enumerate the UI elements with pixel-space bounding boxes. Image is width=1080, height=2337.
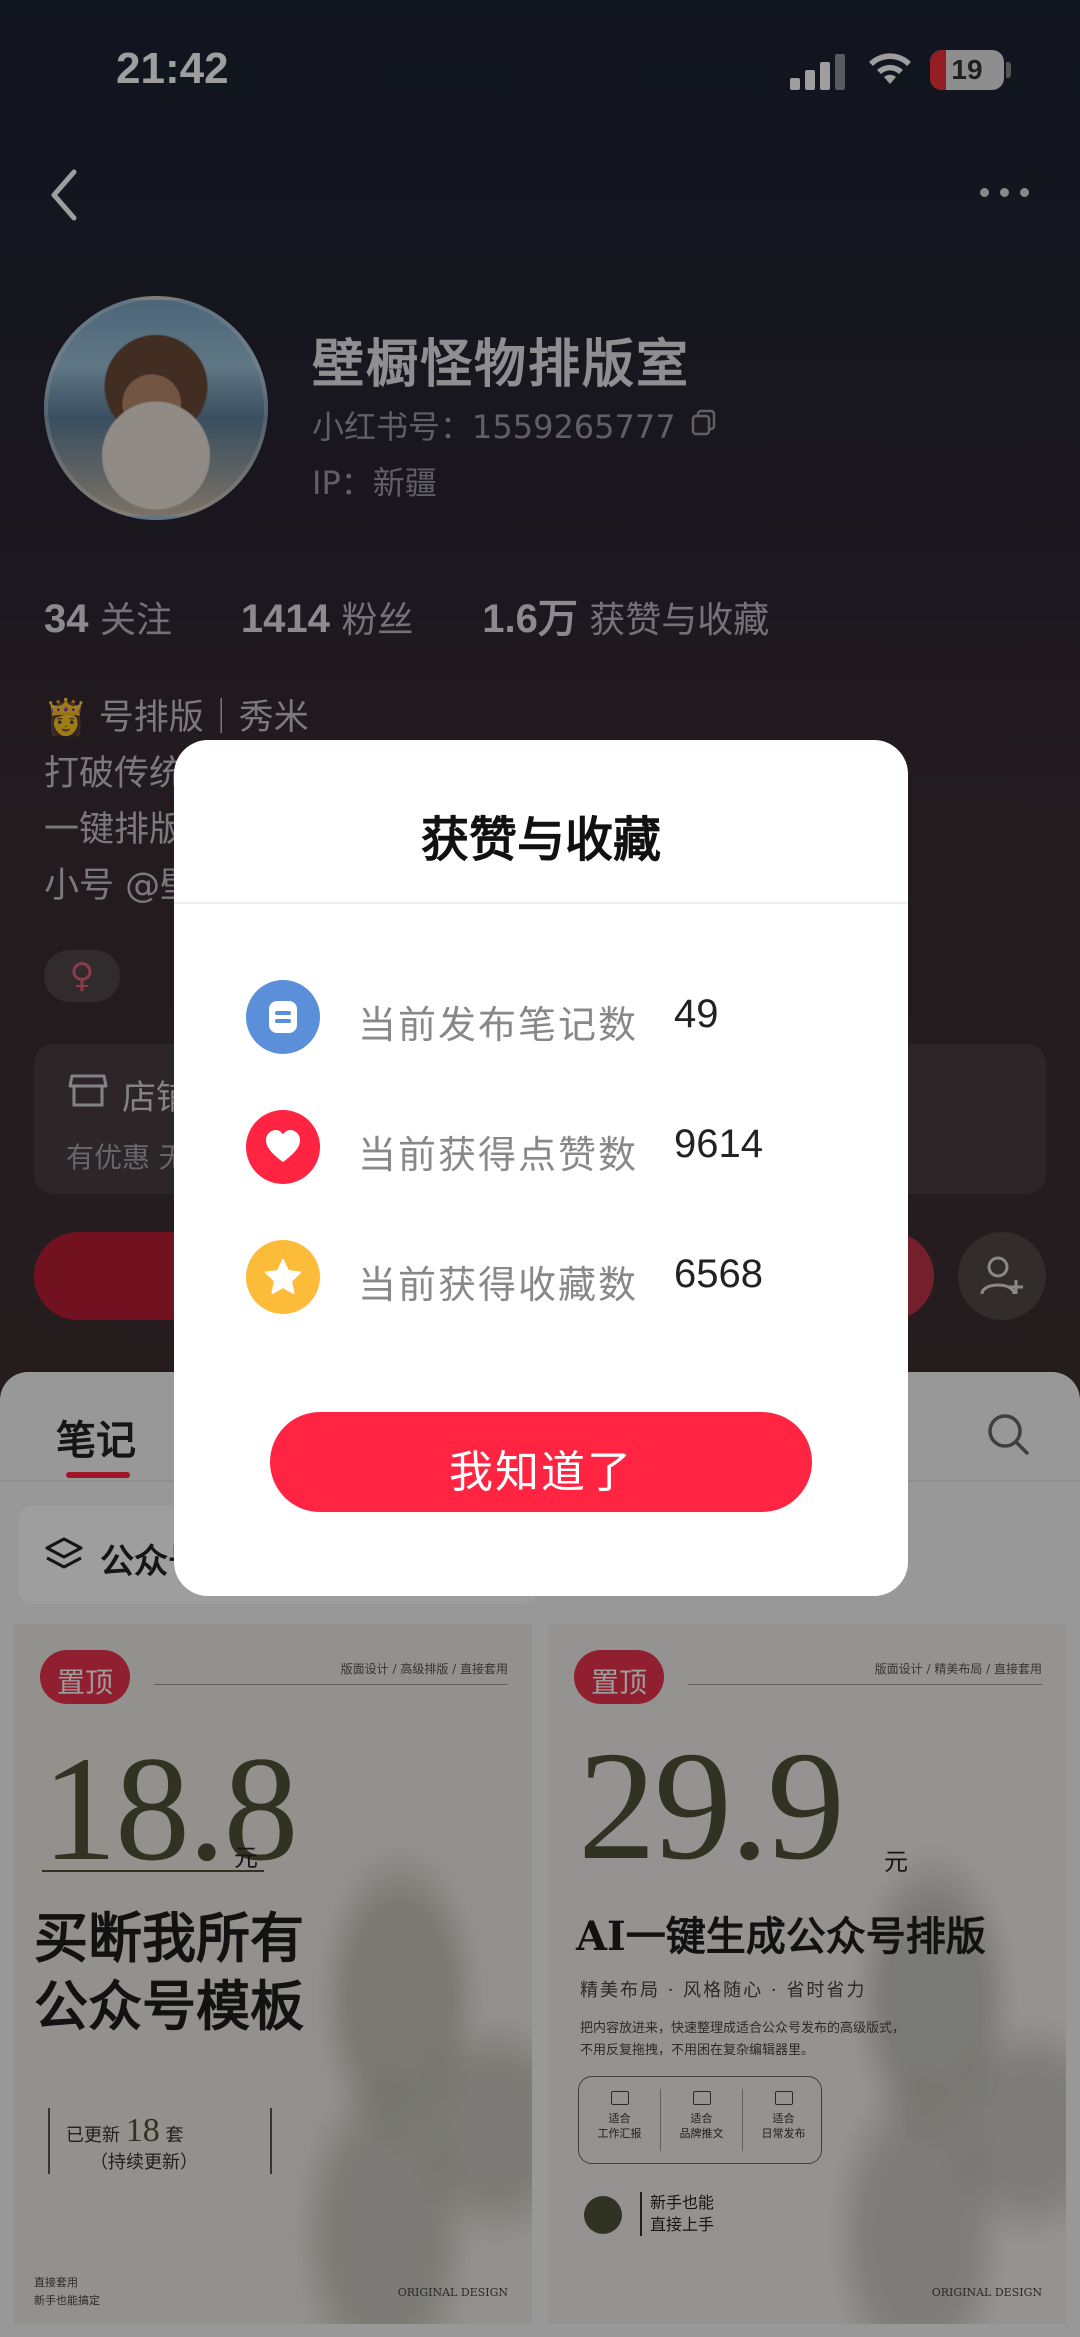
got-it-button[interactable]: 我知道了 bbox=[270, 1412, 812, 1512]
note-icon bbox=[246, 980, 320, 1054]
likes-count-row: 当前获得点赞数 9614 bbox=[246, 1110, 846, 1184]
collections-count-row: 当前获得收藏数 6568 bbox=[246, 1240, 846, 1314]
heart-icon bbox=[246, 1110, 320, 1184]
likes-collections-dialog: 获赞与收藏 当前发布笔记数 49 当前获得点赞数 9614 当前获得收藏数 65… bbox=[174, 740, 908, 1596]
collections-count-label: 当前获得收藏数 bbox=[358, 1263, 639, 1307]
likes-count-value: 9614 bbox=[674, 1122, 763, 1166]
collections-count-value: 6568 bbox=[674, 1252, 763, 1296]
likes-count-label: 当前获得点赞数 bbox=[358, 1133, 639, 1177]
dialog-divider bbox=[174, 902, 908, 904]
got-it-button-label: 我知道了 bbox=[449, 1448, 633, 1497]
notes-count-row: 当前发布笔记数 49 bbox=[246, 980, 846, 1054]
dialog-title: 获赞与收藏 bbox=[420, 812, 661, 868]
notes-count-value: 49 bbox=[674, 992, 719, 1036]
notes-count-label: 当前发布笔记数 bbox=[358, 1003, 639, 1047]
star-icon bbox=[246, 1240, 320, 1314]
